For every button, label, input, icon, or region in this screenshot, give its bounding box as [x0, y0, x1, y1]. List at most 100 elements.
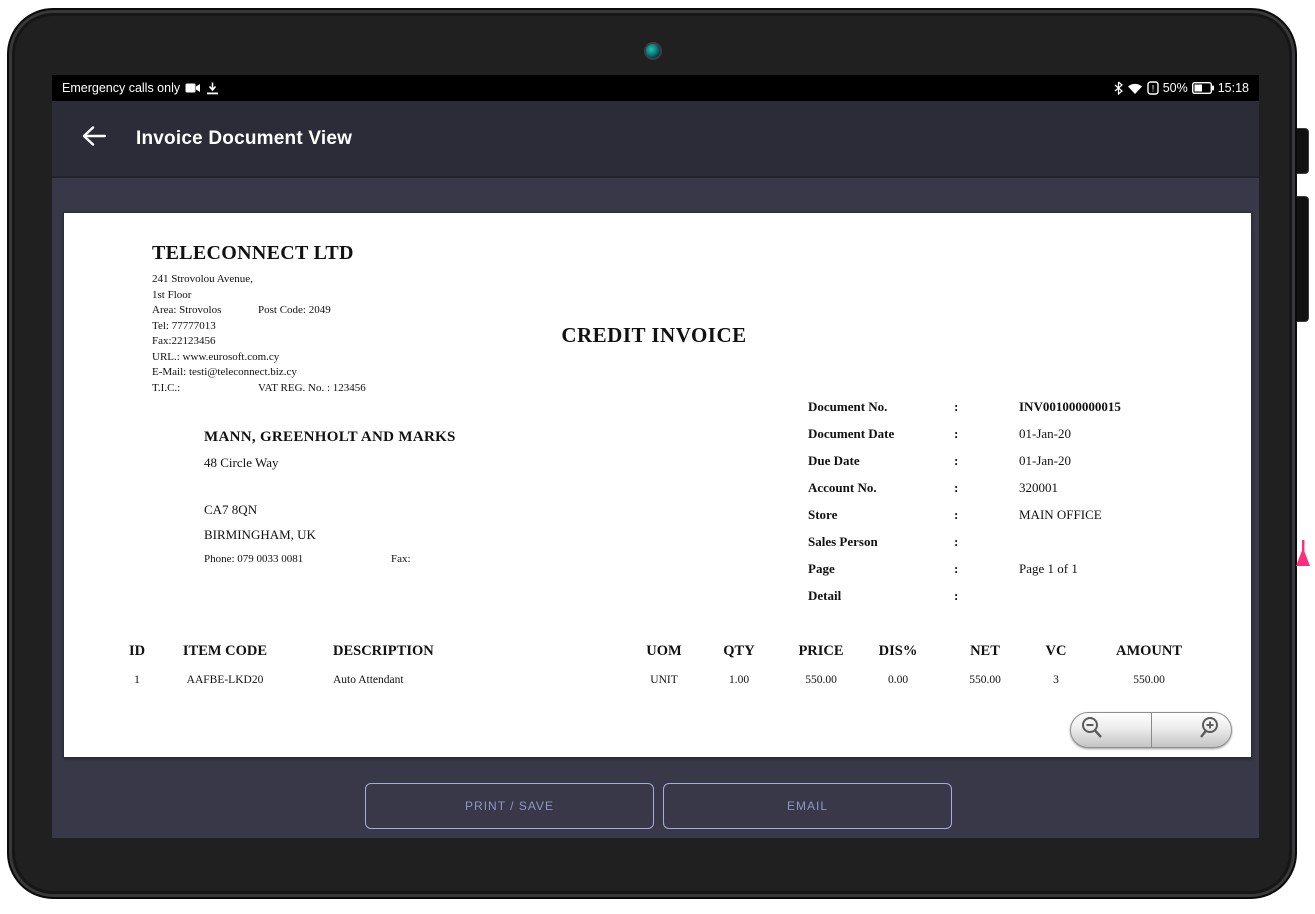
company-tic: T.I.C.: [152, 382, 180, 394]
detail-row: Account No. : 320001 [808, 480, 1248, 507]
detail-label: Page [808, 561, 835, 576]
zoom-in-icon [1198, 716, 1222, 745]
detail-value: 01-Jan-20 [1019, 426, 1071, 442]
detail-label: Store [808, 507, 837, 522]
clock-text: 15:18 [1218, 81, 1249, 95]
invoice-document: TELECONNECT LTD 241 Strovolou Avenue, 1s… [63, 212, 1252, 758]
customer-name: MANN, GREENHOLT AND MARKS [204, 429, 456, 446]
column-header: ITEM CODE [165, 643, 285, 660]
column-header: AMOUNT [1099, 643, 1199, 660]
company-area: Area: Strovolos [152, 304, 221, 316]
column-header: UOM [624, 643, 704, 660]
cell-qty: 1.00 [699, 674, 779, 686]
cell-amount: 550.00 [1099, 674, 1199, 686]
cell-id: 1 [102, 674, 172, 686]
detail-separator: : [954, 453, 958, 469]
battery-percent-text: 50% [1163, 81, 1188, 95]
detail-value: 01-Jan-20 [1019, 453, 1071, 469]
document-details-block: Document No. : INV001000000015 Document … [808, 399, 1248, 615]
column-header: VC [1026, 643, 1086, 660]
detail-value: 320001 [1019, 480, 1058, 496]
customer-contact-line: Phone: 079 0033 0081 Fax: [204, 553, 456, 565]
customer-postcode: CA7 8QN [204, 502, 456, 518]
app-bar: Invoice Document View [52, 101, 1259, 178]
status-bar-left: Emergency calls only [62, 81, 219, 95]
column-header: ID [102, 643, 172, 660]
back-arrow-icon [81, 125, 107, 152]
customer-address: 48 Circle Way [204, 455, 456, 471]
customer-phone: Phone: 079 0033 0081 [204, 553, 303, 565]
cell-uom: UNIT [624, 674, 704, 686]
detail-separator: : [954, 426, 958, 442]
detail-separator: : [954, 507, 958, 523]
detail-label: Due Date [808, 453, 860, 468]
detail-row: Document Date : 01-Jan-20 [808, 426, 1248, 453]
zoom-control [1070, 712, 1232, 748]
back-button[interactable] [78, 123, 110, 155]
wifi-icon [1127, 82, 1143, 95]
company-fax: Fax:22123456 [152, 334, 297, 350]
cell-net: 550.00 [940, 674, 1030, 686]
print-save-button[interactable]: PRINT / SAVE [365, 783, 654, 829]
company-tel: Tel: 77777013 [152, 319, 297, 335]
page-title: Invoice Document View [136, 128, 352, 150]
detail-separator: : [954, 588, 958, 604]
network-status-text: Emergency calls only [62, 81, 180, 95]
bluetooth-icon [1114, 81, 1123, 95]
detail-value: MAIN OFFICE [1019, 507, 1102, 523]
detail-row: Sales Person : [808, 534, 1248, 561]
detail-row: Due Date : 01-Jan-20 [808, 453, 1248, 480]
status-bar-right: ! 50% 15:18 [1114, 81, 1249, 95]
cell-price: 550.00 [776, 674, 866, 686]
column-header: QTY [699, 643, 779, 660]
detail-separator: : [954, 480, 958, 496]
company-post-code: Post Code: 2049 [258, 303, 331, 319]
company-address-line: Area: Strovolos Post Code: 2049 [152, 303, 297, 319]
detail-label: Detail [808, 588, 841, 603]
detail-label: Document Date [808, 426, 894, 441]
zoom-out-icon [1080, 716, 1104, 745]
detail-value: Page 1 of 1 [1019, 561, 1078, 577]
company-address-line: 1st Floor [152, 288, 297, 304]
detail-row: Page : Page 1 of 1 [808, 561, 1248, 588]
company-email: E-Mail: testi@teleconnect.biz.cy [152, 365, 297, 381]
detail-separator: : [954, 399, 958, 415]
detail-row: Document No. : INV001000000015 [808, 399, 1248, 426]
items-table-header: ID ITEM CODE DESCRIPTION UOM QTY PRICE D… [64, 643, 1253, 665]
detail-row: Detail : [808, 588, 1248, 615]
cell-description: Auto Attendant [333, 674, 613, 686]
document-type-title: CREDIT INVOICE [464, 323, 844, 348]
column-header: NET [940, 643, 1030, 660]
annotation-pointer-icon [1295, 540, 1311, 575]
zoom-in-button[interactable] [1152, 713, 1232, 747]
company-vat: VAT REG. No. : 123456 [258, 381, 366, 397]
status-bar: Emergency calls only ! 50% [52, 75, 1259, 101]
detail-separator: : [954, 534, 958, 550]
screen: Emergency calls only ! 50% [52, 75, 1259, 838]
svg-text:!: ! [1151, 84, 1154, 94]
detail-label: Document No. [808, 399, 887, 414]
company-url: URL.: www.eurosoft.com.cy [152, 350, 297, 366]
column-header: DESCRIPTION [333, 643, 613, 660]
email-button[interactable]: EMAIL [663, 783, 952, 829]
customer-city: BIRMINGHAM, UK [204, 527, 456, 543]
company-name: TELECONNECT LTD [152, 242, 354, 265]
customer-fax: Fax: [391, 553, 411, 565]
cell-item-code: AAFBE-LKD20 [165, 674, 285, 686]
detail-label: Account No. [808, 480, 877, 495]
battery-icon [1192, 82, 1214, 94]
company-address-block: 241 Strovolou Avenue, 1st Floor Area: St… [152, 272, 297, 396]
sim-alert-icon: ! [1147, 81, 1159, 95]
video-camera-icon [185, 82, 201, 94]
detail-label: Sales Person [808, 534, 878, 549]
zoom-out-button[interactable] [1071, 713, 1152, 747]
column-header: PRICE [776, 643, 866, 660]
front-camera-icon [644, 42, 662, 60]
company-tax-line: T.I.C.: VAT REG. No. : 123456 [152, 381, 297, 397]
column-header: DIS% [858, 643, 938, 660]
download-icon [206, 82, 219, 95]
cell-dis: 0.00 [858, 674, 938, 686]
company-address-line: 241 Strovolou Avenue, [152, 272, 297, 288]
detail-value: INV001000000015 [1019, 399, 1121, 415]
detail-separator: : [954, 561, 958, 577]
